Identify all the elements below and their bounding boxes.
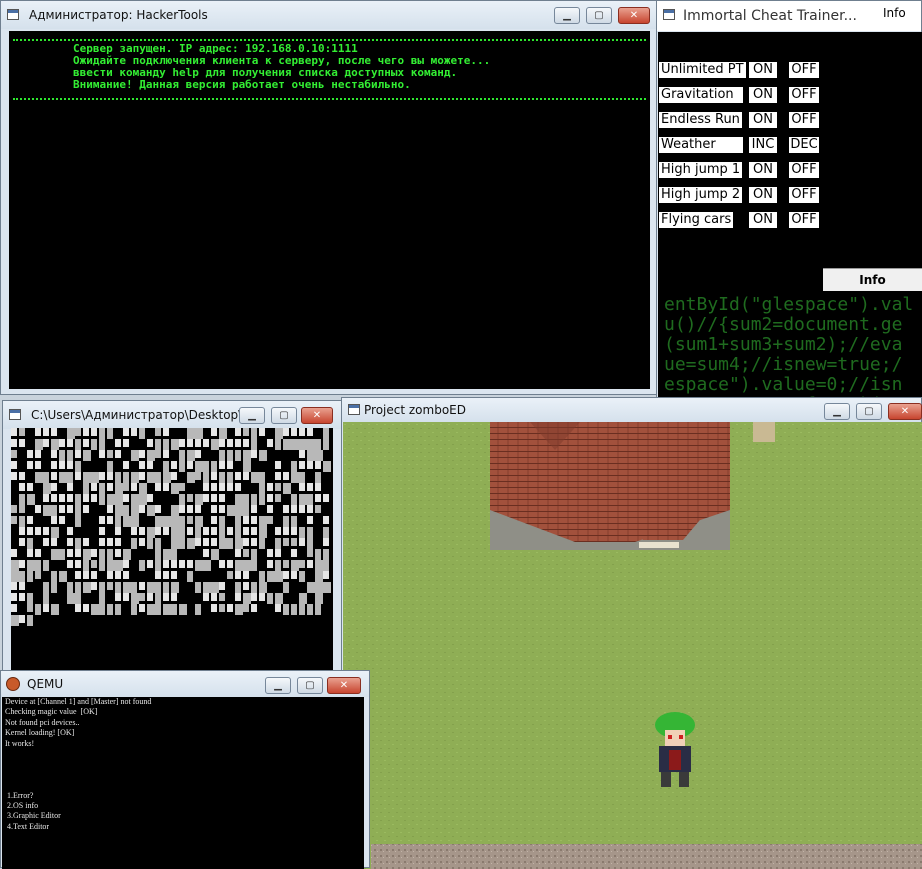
zombo-title: Project zomboED bbox=[364, 403, 466, 417]
info-button[interactable]: Info bbox=[823, 268, 922, 291]
cheat-row-high-jump-2: High jump 2 ON OFF bbox=[658, 187, 819, 203]
cheat-trainer-panel: Unlimited PT ON OFF Gravitation ON OFF E… bbox=[658, 32, 922, 403]
hackertools-console[interactable]: Сервер запущен. IP адрес: 192.168.0.10:1… bbox=[9, 31, 650, 389]
high-jump-1-on-button[interactable]: ON bbox=[749, 162, 777, 178]
cheat-row-gravitation: Gravitation ON OFF bbox=[658, 87, 819, 103]
cheat-trainer-window: Immortal Cheat Trainer... Info Unlimited… bbox=[656, 0, 922, 403]
cheat-label: Weather bbox=[659, 137, 743, 153]
console-line: Внимание! Данная версия работает очень н… bbox=[73, 78, 411, 91]
console-app-icon bbox=[9, 409, 21, 420]
qemu-menu-item: 3.Graphic Editor bbox=[5, 811, 61, 821]
dotted-divider-top bbox=[13, 39, 646, 41]
maximize-button[interactable]: ▢ bbox=[297, 677, 323, 694]
endless-run-on-button[interactable]: ON bbox=[749, 112, 777, 128]
cmd-title: C:\Users\Администратор\Desktop\... bbox=[31, 408, 254, 422]
unlimited-pt-on-button[interactable]: ON bbox=[749, 62, 777, 78]
cmd-window: C:\Users\Администратор\Desktop\... ▁ ▢ ✕ bbox=[2, 400, 342, 680]
qemu-menu-item: 2.OS info bbox=[5, 801, 39, 810]
cheat-label: Unlimited PT bbox=[659, 62, 746, 78]
cheat-label: Endless Run bbox=[659, 112, 742, 128]
trainer-app-icon bbox=[663, 9, 675, 20]
qemu-title: QEMU bbox=[27, 677, 64, 691]
code-line: u()//{sum2=document.ge bbox=[664, 314, 903, 335]
maximize-button[interactable]: ▢ bbox=[856, 403, 882, 420]
console-app-icon bbox=[7, 9, 19, 20]
close-button[interactable]: ✕ bbox=[301, 407, 333, 424]
qemu-line: Kernel loading! [OK] bbox=[5, 728, 75, 738]
gravitation-off-button[interactable]: OFF bbox=[789, 87, 819, 103]
high-jump-2-on-button[interactable]: ON bbox=[749, 187, 777, 203]
qemu-line: Not found pci devices.. bbox=[5, 717, 80, 727]
endless-run-off-button[interactable]: OFF bbox=[789, 112, 819, 128]
cheat-label: Gravitation bbox=[659, 87, 743, 103]
qemu-line: It works! bbox=[5, 738, 35, 748]
dotted-divider-bottom bbox=[13, 98, 646, 100]
qemu-titlebar[interactable]: QEMU ▁ ▢ ✕ bbox=[1, 671, 369, 697]
cheat-label: High jump 1 bbox=[659, 162, 743, 178]
cmd-titlebar[interactable]: C:\Users\Администратор\Desktop\... ▁ ▢ ✕ bbox=[3, 401, 341, 429]
maximize-button[interactable]: ▢ bbox=[271, 407, 297, 424]
high-jump-1-off-button[interactable]: OFF bbox=[789, 162, 819, 178]
code-line: entById("glespace").val bbox=[664, 294, 914, 315]
weather-inc-button[interactable]: INC bbox=[749, 137, 777, 153]
cheat-trainer-title: Immortal Cheat Trainer... bbox=[683, 8, 857, 24]
game-viewport[interactable] bbox=[343, 422, 922, 869]
code-line: ue=sum4;//isnew=true;/ bbox=[664, 354, 903, 375]
minimize-button[interactable]: ▁ bbox=[265, 677, 291, 694]
cheat-row-high-jump-1: High jump 1 ON OFF bbox=[658, 162, 819, 178]
flying-cars-on-button[interactable]: ON bbox=[749, 212, 777, 228]
game-app-icon bbox=[348, 404, 360, 415]
cheat-label: Flying cars bbox=[659, 212, 734, 228]
gravitation-on-button[interactable]: ON bbox=[749, 87, 777, 103]
garbled-console-output bbox=[11, 428, 331, 626]
qemu-menu-item: 4.Text Editor bbox=[5, 821, 50, 831]
qemu-line: Checking magic value [OK] bbox=[5, 707, 98, 717]
weather-dec-button[interactable]: DEC bbox=[789, 137, 819, 153]
cheat-row-flying-cars: Flying cars ON OFF bbox=[658, 212, 819, 228]
qemu-menu-item: 1.Error? bbox=[5, 790, 34, 800]
minimize-button[interactable]: ▁ bbox=[824, 403, 850, 420]
cheat-trainer-titlebar[interactable]: Immortal Cheat Trainer... Info bbox=[657, 1, 921, 31]
close-button[interactable]: ✕ bbox=[888, 403, 922, 420]
close-button[interactable]: ✕ bbox=[618, 7, 650, 24]
cheat-row-weather: Weather INC DEC bbox=[658, 137, 819, 153]
info-menu-label[interactable]: Info bbox=[883, 6, 906, 20]
hackertools-titlebar[interactable]: Администратор: HackerTools ▁ ▢ ✕ bbox=[1, 1, 656, 29]
high-jump-2-off-button[interactable]: OFF bbox=[789, 187, 819, 203]
zombo-window: Project zomboED ▁ ▢ ✕ bbox=[341, 397, 922, 869]
qemu-app-icon bbox=[6, 677, 20, 691]
code-line: (sum1+sum3+sum2);//eva bbox=[664, 334, 903, 355]
minimize-button[interactable]: ▁ bbox=[554, 7, 580, 24]
hackertools-title: Администратор: HackerTools bbox=[29, 8, 208, 22]
code-line: espace").value=0;//isn bbox=[664, 374, 903, 395]
qemu-window: QEMU ▁ ▢ ✕ Device at [Channel 1] and [Ma… bbox=[0, 670, 370, 869]
minimize-button[interactable]: ▁ bbox=[239, 407, 265, 424]
unlimited-pt-off-button[interactable]: OFF bbox=[789, 62, 819, 78]
flying-cars-off-button[interactable]: OFF bbox=[789, 212, 819, 228]
cheat-row-endless-run: Endless Run ON OFF bbox=[658, 112, 819, 128]
maximize-button[interactable]: ▢ bbox=[586, 7, 612, 24]
cmd-console[interactable] bbox=[11, 428, 333, 678]
cheat-label: High jump 2 bbox=[659, 187, 743, 203]
gravel-path bbox=[371, 844, 922, 869]
cheat-row-unlimited-pt: Unlimited PT ON OFF bbox=[658, 62, 819, 78]
hackertools-window: Администратор: HackerTools ▁ ▢ ✕ Сервер … bbox=[0, 0, 657, 395]
qemu-line: Device at [Channel 1] and [Master] not f… bbox=[5, 697, 152, 706]
close-button[interactable]: ✕ bbox=[327, 677, 361, 694]
zombo-titlebar[interactable]: Project zomboED ▁ ▢ ✕ bbox=[342, 398, 922, 422]
qemu-screen[interactable]: Device at [Channel 1] and [Master] not f… bbox=[2, 697, 364, 869]
